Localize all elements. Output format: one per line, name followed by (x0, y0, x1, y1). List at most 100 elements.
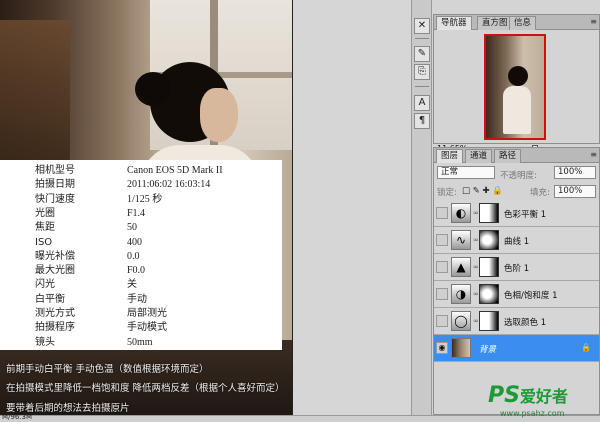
mask-link-icon[interactable]: ∞ (473, 209, 479, 217)
layer-name[interactable]: 选取颜色 1 (504, 316, 546, 328)
mask-link-icon[interactable]: ∞ (473, 317, 479, 325)
tab-navigator[interactable]: 导航器 (436, 16, 472, 30)
opacity-input[interactable]: 100% (554, 166, 596, 179)
mask-link-icon[interactable]: ∞ (473, 263, 479, 271)
exif-value: Canon EOS 5D Mark II (127, 165, 223, 176)
layer-name[interactable]: 色相/饱和度 1 (504, 289, 557, 301)
layer-mask-thumbnail[interactable] (479, 230, 499, 250)
exif-row: 光圈 F1.4 (0, 207, 282, 221)
tab-info[interactable]: 信息 (509, 16, 537, 30)
caption-line-3: 要带着后期的想法去拍摄原片 (6, 403, 130, 414)
exif-key: 快门速度 (35, 193, 75, 205)
clone-stamp-icon[interactable]: ⎘ (414, 64, 430, 80)
exif-value: 手动 (127, 293, 147, 305)
exif-key: 相机型号 (35, 165, 75, 176)
watermark-url: www.psahz.com (500, 409, 565, 418)
visibility-eye-icon[interactable] (436, 207, 448, 219)
exif-key: ISO (35, 236, 53, 248)
layer-row[interactable]: ▲ ∞ 色阶 1 (434, 254, 599, 281)
layers-panel: 图层 通道 路径 ≡ 正常 不透明度: 100% 锁定: □ ✎ ✚ 🔒 填充:… (433, 147, 600, 415)
exif-value: 手动模式 (127, 322, 167, 334)
brush-icon[interactable]: ✎ (414, 46, 430, 62)
exif-value: 局部测光 (127, 308, 167, 319)
layer-row[interactable]: ◑ ∞ 色相/饱和度 1 (434, 281, 599, 308)
layer-row[interactable]: ∿ ∞ 曲线 1 (434, 227, 599, 254)
exif-value: 关 (127, 279, 137, 291)
exif-value: F1.4 (127, 207, 146, 219)
exif-value: F0.0 (127, 265, 146, 277)
exif-key: 闪光 (35, 279, 55, 291)
exif-key: 光圈 (35, 207, 55, 219)
opacity-label: 不透明度: (500, 171, 537, 181)
photoshop-window: 相机型号 Canon EOS 5D Mark II 拍摄日期 2011:06:02 1… (0, 0, 600, 422)
fill-label: 填充: (530, 188, 550, 198)
exif-row: 闪光 关 (0, 278, 282, 292)
panel-menu-icon[interactable]: ≡ (590, 17, 597, 26)
layer-mask-thumbnail[interactable] (479, 257, 499, 277)
exif-value: 1/125 秒 (127, 193, 163, 205)
adjustment-icon: ▲ (451, 257, 471, 277)
mask-link-icon[interactable]: ∞ (473, 236, 479, 244)
exif-row: 快门速度 1/125 秒 (0, 193, 282, 207)
tab-paths[interactable]: 路径 (494, 149, 522, 163)
layer-row[interactable]: ◯ ∞ 选取颜色 1 (434, 308, 599, 335)
caption-line-2: 在拍摄模式里降低一档饱和度 降低两档反差（根据个人喜好而定） (6, 383, 285, 394)
image-canvas[interactable]: 相机型号 Canon EOS 5D Mark II 拍摄日期 2011:06:02 1… (0, 0, 293, 415)
panel-menu-icon[interactable]: ≡ (590, 150, 597, 159)
navigator-thumbnail[interactable] (484, 34, 546, 140)
visibility-eye-icon[interactable]: ◉ (436, 342, 448, 354)
layer-mask-thumbnail[interactable] (479, 284, 499, 304)
exif-row: 焦距 50 (0, 221, 282, 235)
blend-row: 正常 不透明度: 100% (434, 166, 599, 183)
exif-value: 2011:06:02 16:03:14 (127, 179, 211, 191)
adjustment-icon: ◑ (451, 284, 471, 304)
layer-row[interactable]: ◉ 背景 🔒 (434, 335, 599, 362)
watermark-ps: PS (488, 383, 520, 408)
exif-key: 镜头 (35, 336, 55, 348)
thumbnail-subject-head (508, 66, 528, 86)
visibility-eye-icon[interactable] (436, 288, 448, 300)
lock-row: 锁定: □ ✎ ✚ 🔒 填充: 100% (434, 183, 599, 200)
layer-row[interactable]: ◐ ∞ 色彩平衡 1 (434, 200, 599, 227)
layer-name[interactable]: 色阶 1 (504, 262, 529, 274)
tools-icon[interactable]: ✕ (414, 18, 430, 34)
exif-row: 白平衡 手动 (0, 293, 282, 307)
lock-icon: 🔒 (581, 343, 591, 352)
paragraph-icon[interactable]: ¶ (414, 113, 430, 129)
lock-pixels-icon[interactable]: □ ✎ ✚ 🔒 (462, 186, 503, 196)
layer-name[interactable]: 曲线 1 (504, 235, 529, 247)
layer-mask-thumbnail[interactable] (479, 203, 499, 223)
watermark-cn: 爱好者 (519, 387, 568, 406)
exif-value: 0.0 (127, 250, 140, 262)
caption-line-1: 前期手动白平衡 手动色温（数值根据环境而定） (6, 364, 209, 375)
site-watermark-logo: PS爱好者 www.psahz.com (488, 383, 568, 418)
exif-row: 相机型号 Canon EOS 5D Mark II (0, 164, 282, 178)
tab-channels[interactable]: 通道 (465, 149, 493, 163)
exif-key: 最大光圈 (35, 265, 75, 277)
character-icon[interactable]: A (414, 95, 430, 111)
visibility-eye-icon[interactable] (436, 234, 448, 246)
photo-subject-bun (135, 72, 171, 106)
exif-row: 测光方式 局部测光 (0, 307, 282, 321)
adjustment-icon: ◯ (451, 311, 471, 331)
fill-input[interactable]: 100% (554, 185, 596, 198)
strip-separator (415, 38, 429, 39)
navigator-panel: 导航器 直方图 信息 ≡ 11.65% ▲ ▲ (433, 14, 600, 155)
tab-layers[interactable]: 图层 (436, 149, 464, 163)
visibility-eye-icon[interactable] (436, 261, 448, 273)
layer-mask-thumbnail[interactable] (479, 311, 499, 331)
photo-subject-face (200, 88, 238, 142)
exif-row: 曝光补偿 0.0 (0, 250, 282, 264)
thumbnail-subject-body (503, 86, 531, 134)
tab-histogram[interactable]: 直方图 (477, 16, 513, 30)
workspace-background (293, 0, 411, 415)
exif-info-table: 相机型号 Canon EOS 5D Mark II 拍摄日期 2011:06:02 1… (0, 160, 282, 350)
visibility-eye-icon[interactable] (436, 315, 448, 327)
mask-link-icon[interactable]: ∞ (473, 290, 479, 298)
exif-row: ISO 400 (0, 236, 282, 250)
blend-mode-select[interactable]: 正常 (437, 166, 495, 179)
layer-name[interactable]: 背景 (479, 343, 496, 355)
layer-name[interactable]: 色彩平衡 1 (504, 208, 546, 220)
exif-row: 最大光圈 F0.0 (0, 264, 282, 278)
exif-key: 测光方式 (35, 308, 75, 319)
